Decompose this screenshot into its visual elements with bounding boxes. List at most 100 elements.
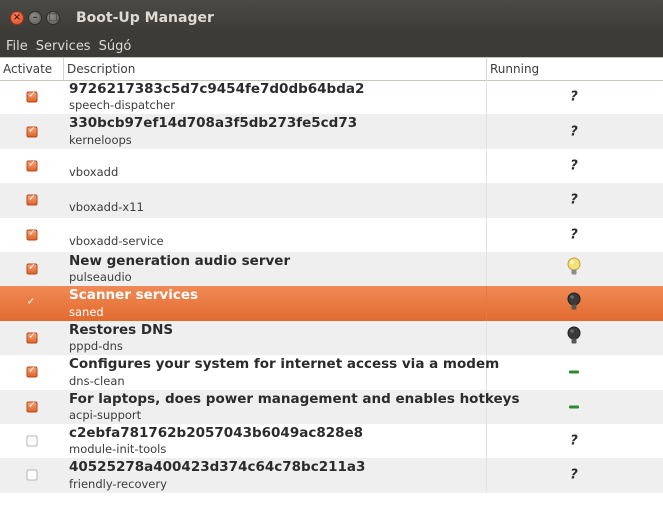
service-description: New generation audio server <box>69 252 291 269</box>
service-name: dns-clean <box>69 373 125 388</box>
service-description: 330bcb97ef14d708a3f5db273fe5cd73 <box>69 115 358 132</box>
running-cell <box>487 390 663 424</box>
window-title: Boot-Up Manager <box>76 9 214 26</box>
activate-checkbox[interactable] <box>26 366 38 378</box>
activate-checkbox[interactable] <box>26 331 38 344</box>
service-description: Scanner services <box>69 287 199 304</box>
activate-cell <box>0 114 64 148</box>
activate-cell <box>0 149 64 183</box>
activate-checkbox[interactable] <box>27 296 38 309</box>
activate-cell <box>0 458 64 492</box>
activate-cell <box>0 218 64 252</box>
service-name: vboxadd <box>69 165 119 180</box>
column-header-activate[interactable]: Activate <box>0 58 64 80</box>
activate-cell <box>0 286 64 320</box>
close-window-button[interactable]: × <box>10 10 24 25</box>
running-unknown-indicator: ? <box>570 433 578 449</box>
description-cell: New generation audio server pulseaudio <box>64 251 487 287</box>
running-cell: ? <box>487 80 663 114</box>
table-row[interactable]: For laptops, does power management and e… <box>0 389 663 424</box>
table-row[interactable]: vboxadd? <box>0 148 663 184</box>
column-header-running[interactable]: Running <box>487 58 663 80</box>
running-cell <box>487 321 663 355</box>
activate-checkbox[interactable] <box>26 400 38 413</box>
table-row[interactable]: Configures your system for internet acce… <box>0 355 663 390</box>
activate-checkbox[interactable] <box>26 263 38 275</box>
boot-up-manager-window: × – □ Boot-Up Manager File Services Súgó… <box>0 0 663 518</box>
table-row[interactable]: 330bcb97ef14d708a3f5db273fe5cd73kerneloo… <box>0 114 663 149</box>
description-cell: Scanner services saned <box>64 286 487 321</box>
table-row[interactable]: Restores DNSpppd-dns <box>0 320 663 356</box>
service-name: friendly-recovery <box>69 476 167 491</box>
activate-checkbox[interactable] <box>26 194 38 206</box>
activate-cell <box>0 424 64 458</box>
activate-checkbox[interactable] <box>26 159 38 172</box>
service-name: saned <box>69 304 104 319</box>
minimize-window-button[interactable]: – <box>28 10 42 25</box>
running-cell <box>487 355 663 389</box>
running-unknown-indicator: ? <box>570 158 578 174</box>
service-name: speech-dispatcher <box>69 98 175 113</box>
title-bar: × – □ Boot-Up Manager <box>0 0 663 35</box>
service-name: acpi-support <box>69 407 142 422</box>
running-unknown-indicator: ? <box>570 89 578 105</box>
activate-cell <box>0 183 64 217</box>
table-row[interactable]: vboxadd-x11? <box>0 183 663 218</box>
description-cell: vboxadd-service <box>64 217 487 252</box>
running-cell: ? <box>487 149 663 183</box>
activate-cell <box>0 252 64 286</box>
table-row[interactable]: Scanner servicessaned <box>0 286 663 321</box>
table-row[interactable]: 40525278a400423d374c64c78bc211a3 friendly… <box>0 458 663 493</box>
menu-bar: File Services Súgó <box>0 35 663 57</box>
service-name: kerneloops <box>69 132 132 147</box>
service-description: Configures your system for internet acce… <box>69 356 500 373</box>
description-cell: c2ebfa781762b2057043b6049ac828e8 module-i… <box>64 423 487 459</box>
running-cell <box>487 286 663 320</box>
maximize-window-button[interactable]: □ <box>46 10 60 25</box>
description-cell: Restores DNS pppd-dns <box>64 320 487 356</box>
service-name: module-init-tools <box>69 442 167 457</box>
table-row[interactable]: c2ebfa781762b2057043b6049ac828e8 module-i… <box>0 423 663 459</box>
activate-cell <box>0 321 64 355</box>
description-cell: 9726217383c5d7c9454fe7d0db64bda2 speech-d… <box>64 80 487 115</box>
running-unknown-indicator: ? <box>570 467 578 483</box>
service-description: c2ebfa781762b2057043b6049ac828e8 <box>69 424 364 441</box>
service-name: pulseaudio <box>69 270 132 285</box>
running-unknown-indicator: ? <box>570 227 578 243</box>
description-cell: For laptops, does power management and e… <box>64 389 520 424</box>
services-table: 9726217383c5d7c9454fe7d0db64bda2speech-d… <box>0 80 663 493</box>
running-cell: ? <box>487 183 663 217</box>
dash-icon <box>569 405 579 409</box>
table-header: Activate Description Running <box>0 57 663 81</box>
description-cell: vboxadd-x11 <box>64 183 487 218</box>
description-cell: Configures your system for internet acce… <box>64 355 499 390</box>
running-unknown-indicator: ? <box>570 124 578 140</box>
lightbulb-off-icon <box>567 292 581 316</box>
maximize-icon: □ <box>48 11 58 23</box>
description-cell: vboxadd <box>64 148 487 184</box>
description-cell: 330bcb97ef14d708a3f5db273fe5cd73 kerneloo… <box>64 114 487 149</box>
activate-checkbox[interactable] <box>26 469 38 481</box>
activate-cell <box>0 355 64 389</box>
activate-checkbox[interactable] <box>26 91 38 103</box>
lightbulb-off-icon <box>567 326 581 350</box>
service-description: 40525278a400423d374c64c78bc211a3 <box>69 459 366 476</box>
activate-cell <box>0 80 64 114</box>
table-row[interactable]: vboxadd-service? <box>0 217 663 252</box>
service-name: pppd-dns <box>69 339 123 354</box>
table-row[interactable]: 9726217383c5d7c9454fe7d0db64bda2speech-d… <box>0 80 663 115</box>
menu-file[interactable]: File <box>6 39 28 54</box>
activate-checkbox[interactable] <box>26 228 38 241</box>
running-cell <box>487 252 663 286</box>
menu-services[interactable]: Services <box>36 39 91 54</box>
running-cell: ? <box>487 218 663 252</box>
minimize-icon: – <box>32 11 38 23</box>
running-cell: ? <box>487 114 663 148</box>
dash-icon <box>569 370 579 374</box>
service-description: Restores DNS <box>69 321 174 338</box>
activate-checkbox[interactable] <box>26 435 38 447</box>
activate-checkbox[interactable] <box>26 125 38 138</box>
table-row[interactable]: New generation audio serverpulseaudio <box>0 251 663 287</box>
column-header-description[interactable]: Description <box>64 58 487 80</box>
menu-help[interactable]: Súgó <box>99 39 132 54</box>
